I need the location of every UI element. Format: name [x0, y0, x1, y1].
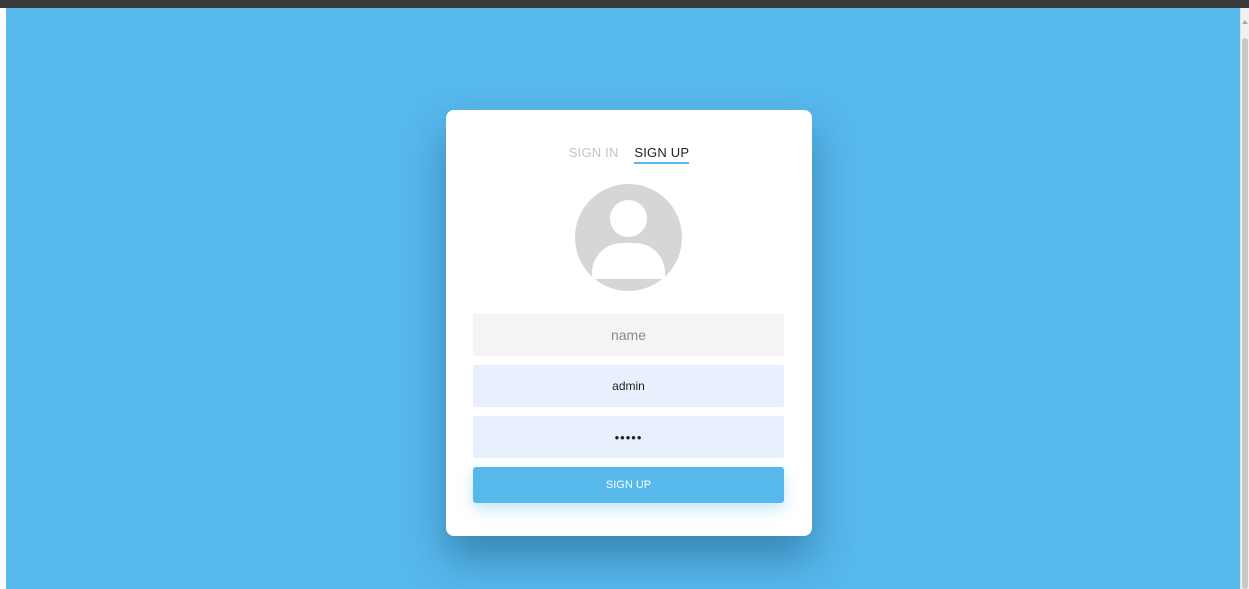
browser-bookmarks-bar	[0, 0, 1249, 8]
page-background: SIGN IN SIGN UP SIGN UP	[6, 8, 1240, 589]
scrollbar-thumb[interactable]	[1242, 38, 1248, 589]
name-input[interactable]	[473, 314, 784, 356]
auth-tabs: SIGN IN SIGN UP	[446, 145, 812, 164]
sign-up-button[interactable]: SIGN UP	[473, 467, 784, 503]
vertical-scrollbar[interactable]	[1240, 8, 1249, 589]
tab-sign-in[interactable]: SIGN IN	[569, 145, 619, 162]
avatar-body	[592, 243, 665, 279]
avatar-head	[610, 200, 647, 237]
auth-card: SIGN IN SIGN UP SIGN UP	[446, 110, 812, 536]
password-input[interactable]	[473, 416, 784, 458]
tab-sign-up[interactable]: SIGN UP	[634, 145, 690, 164]
username-input[interactable]	[473, 365, 784, 407]
scroll-up-arrow-icon[interactable]	[1242, 20, 1248, 24]
user-avatar-icon	[575, 184, 682, 291]
